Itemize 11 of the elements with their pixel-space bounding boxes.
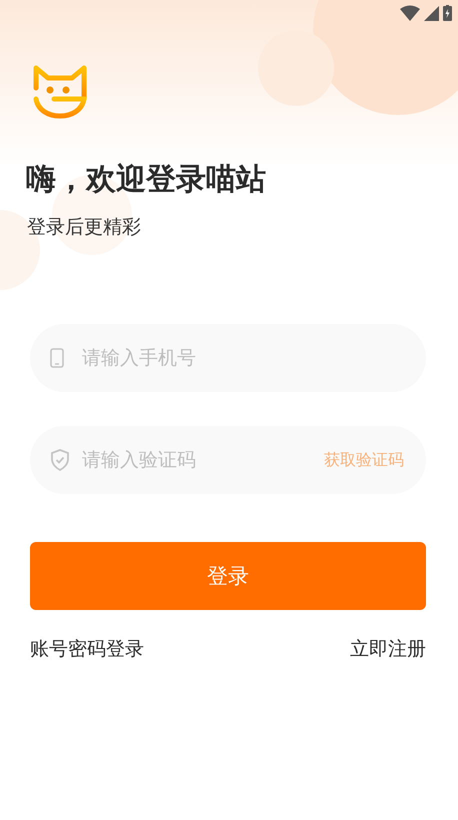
- shield-check-icon: [50, 449, 70, 471]
- cat-logo-icon: [32, 64, 88, 120]
- phone-icon: [50, 348, 64, 368]
- welcome-title: 嗨，欢迎登录喵站: [26, 161, 267, 199]
- register-link[interactable]: 立即注册: [350, 636, 426, 662]
- welcome-subtitle: 登录后更精彩: [27, 215, 142, 240]
- password-login-link[interactable]: 账号密码登录: [30, 636, 144, 662]
- battery-icon: [443, 5, 452, 21]
- wifi-icon: [400, 5, 420, 21]
- signal-icon: [424, 6, 439, 20]
- phone-field[interactable]: 请输入手机号: [30, 324, 426, 392]
